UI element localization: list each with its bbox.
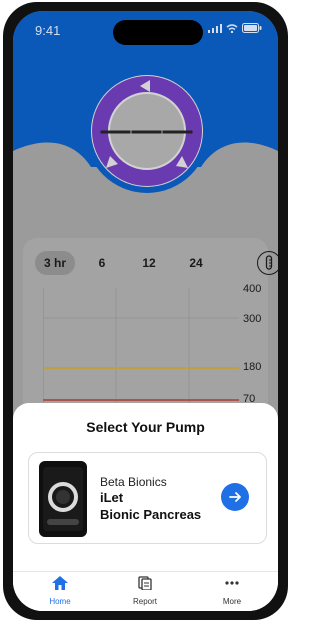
- range-tab-3hr[interactable]: 3 hr: [35, 251, 75, 275]
- tab-bar: Home Report More: [13, 571, 278, 611]
- pump-name: iLet: [100, 490, 124, 505]
- signal-icon: [208, 23, 222, 33]
- select-pump-button[interactable]: [221, 483, 249, 511]
- glucose-reading: ———: [100, 114, 194, 147]
- phone-frame: 9:41 ——— 3 hr 6 12 24 400 300 180 70 Sel…: [3, 2, 288, 620]
- range-tab-6[interactable]: 6: [87, 251, 117, 275]
- app-screen: 9:41 ——— 3 hr 6 12 24 400 300 180 70 Sel…: [13, 11, 278, 611]
- status-icons: [208, 23, 262, 33]
- dynamic-island: [113, 20, 203, 45]
- home-icon: [52, 576, 68, 590]
- y-tick-400: 400: [243, 283, 262, 295]
- sheet-title: Select Your Pump: [86, 419, 205, 435]
- range-tab-24[interactable]: 24: [181, 251, 211, 275]
- pump-brand: Beta Bionics: [100, 475, 167, 489]
- thermometer-icon: [265, 255, 273, 270]
- range-tab-12[interactable]: 12: [134, 251, 164, 275]
- pump-model: Bionic Pancreas: [100, 507, 202, 522]
- thermometer-button[interactable]: [257, 251, 278, 275]
- status-time: 9:41: [35, 23, 61, 38]
- time-range-selector: 3 hr 6 12 24: [35, 251, 278, 275]
- tab-home-label: Home: [49, 597, 71, 606]
- battery-icon: [242, 23, 262, 33]
- pump-option-ilet[interactable]: Beta Bionics iLet Bionic Pancreas: [28, 452, 267, 544]
- tab-report-label: Report: [132, 597, 157, 606]
- device-graphic: [43, 467, 83, 531]
- wifi-icon: [226, 23, 238, 33]
- glucose-ring[interactable]: ———: [84, 68, 210, 194]
- tab-report[interactable]: Report: [115, 576, 175, 606]
- more-icon: [225, 581, 239, 585]
- tab-home[interactable]: Home: [30, 576, 90, 606]
- y-tick-180: 180: [243, 361, 262, 373]
- tab-more[interactable]: More: [202, 576, 262, 606]
- tab-more-label: More: [222, 597, 242, 606]
- report-icon: [138, 576, 152, 591]
- pump-device-image: [39, 461, 87, 537]
- arrow-right-icon: [229, 492, 241, 502]
- y-tick-300: 300: [243, 313, 262, 325]
